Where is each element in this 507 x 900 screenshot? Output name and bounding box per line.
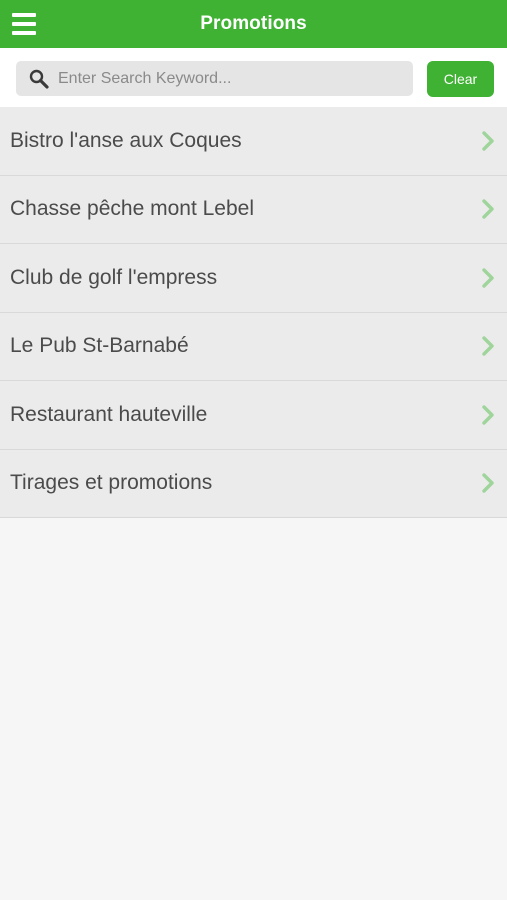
chevron-right-icon — [482, 268, 494, 288]
hamburger-menu-icon[interactable] — [12, 13, 36, 35]
promotions-list: Bistro l'anse aux Coques Chasse pêche mo… — [0, 107, 507, 518]
list-item-label: Club de golf l'empress — [10, 265, 218, 289]
list-item[interactable]: Club de golf l'empress — [0, 244, 507, 313]
list-item-label: Tirages et promotions — [10, 471, 213, 495]
chevron-right-icon — [482, 199, 494, 219]
menu-bar-line — [12, 31, 36, 35]
list-item[interactable]: Tirages et promotions — [0, 449, 507, 518]
clear-button[interactable]: Clear — [427, 61, 494, 97]
chevron-right-icon — [482, 336, 494, 356]
list-item[interactable]: Le Pub St-Barnabé — [0, 312, 507, 381]
list-item-label: Chasse pêche mont Lebel — [10, 197, 254, 221]
list-item-label: Bistro l'anse aux Coques — [10, 128, 242, 152]
top-app-bar: Promotions — [0, 0, 507, 48]
list-item[interactable]: Restaurant hauteville — [0, 381, 507, 450]
search-bar: Clear — [0, 48, 507, 107]
search-field[interactable] — [16, 61, 413, 96]
menu-bar-line — [12, 13, 36, 17]
search-icon — [29, 69, 49, 89]
search-input[interactable] — [58, 63, 378, 94]
page-title: Promotions — [200, 13, 307, 34]
chevron-right-icon — [482, 405, 494, 425]
list-item-label: Le Pub St-Barnabé — [10, 334, 189, 358]
chevron-right-icon — [482, 473, 494, 493]
list-item[interactable]: Bistro l'anse aux Coques — [0, 107, 507, 176]
list-item-label: Restaurant hauteville — [10, 402, 208, 426]
list-item[interactable]: Chasse pêche mont Lebel — [0, 175, 507, 244]
app-screen: Promotions Clear Bistro l'anse aux Coque… — [0, 0, 507, 900]
chevron-right-icon — [482, 131, 494, 151]
menu-bar-line — [12, 22, 36, 26]
